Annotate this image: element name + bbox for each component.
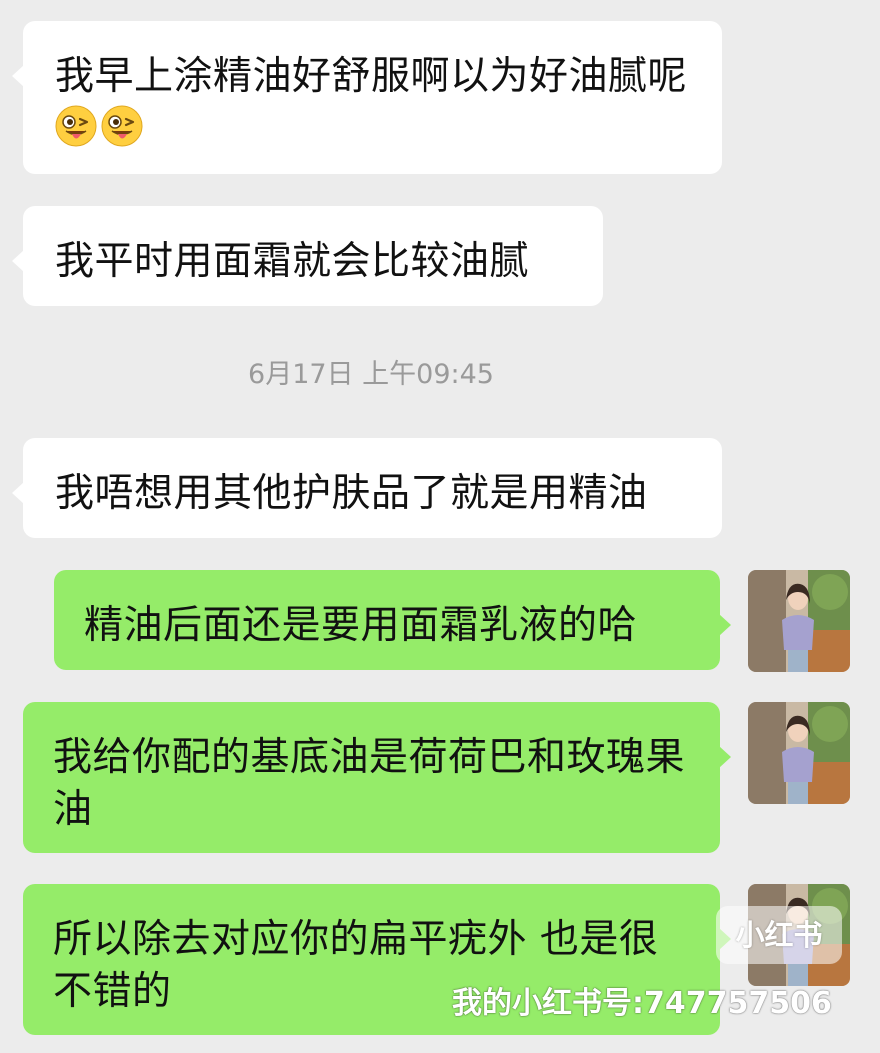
message-timestamp: 6月17日 上午09:45 [248,359,494,390]
message-text: 我给你配的基底油是荷荷巴和玫瑰果油 [53,735,686,832]
outgoing-message-bubble[interactable]: 精油后面还是要用面霜乳液的哈 [54,570,731,670]
winking-tongue-face-emoji-icon [55,105,97,147]
account-id-watermark: 我的小红书号:747757506 [452,986,832,1021]
message-text: 精油后面还是要用面霜乳液的哈 [84,603,638,648]
message-text: 我唔想用其他护肤品了就是用精油 [55,471,648,516]
avatar[interactable] [748,702,850,804]
message-text: 我早上涂精油好舒服啊以为好油腻呢 [55,54,688,99]
incoming-message-bubble[interactable]: 我早上涂精油好舒服啊以为好油腻呢 [12,21,722,174]
outgoing-message-bubble[interactable]: 我给你配的基底油是荷荷巴和玫瑰果油 [23,702,731,853]
incoming-message-bubble[interactable]: 我唔想用其他护肤品了就是用精油 [12,438,722,538]
message-text: 我平时用面霜就会比较油腻 [55,239,530,284]
winking-tongue-face-emoji-icon [101,105,143,147]
xiaohongshu-logo-watermark: 小红书 [716,906,842,964]
avatar[interactable] [748,570,850,672]
incoming-message-bubble[interactable]: 我平时用面霜就会比较油腻 [12,206,603,306]
